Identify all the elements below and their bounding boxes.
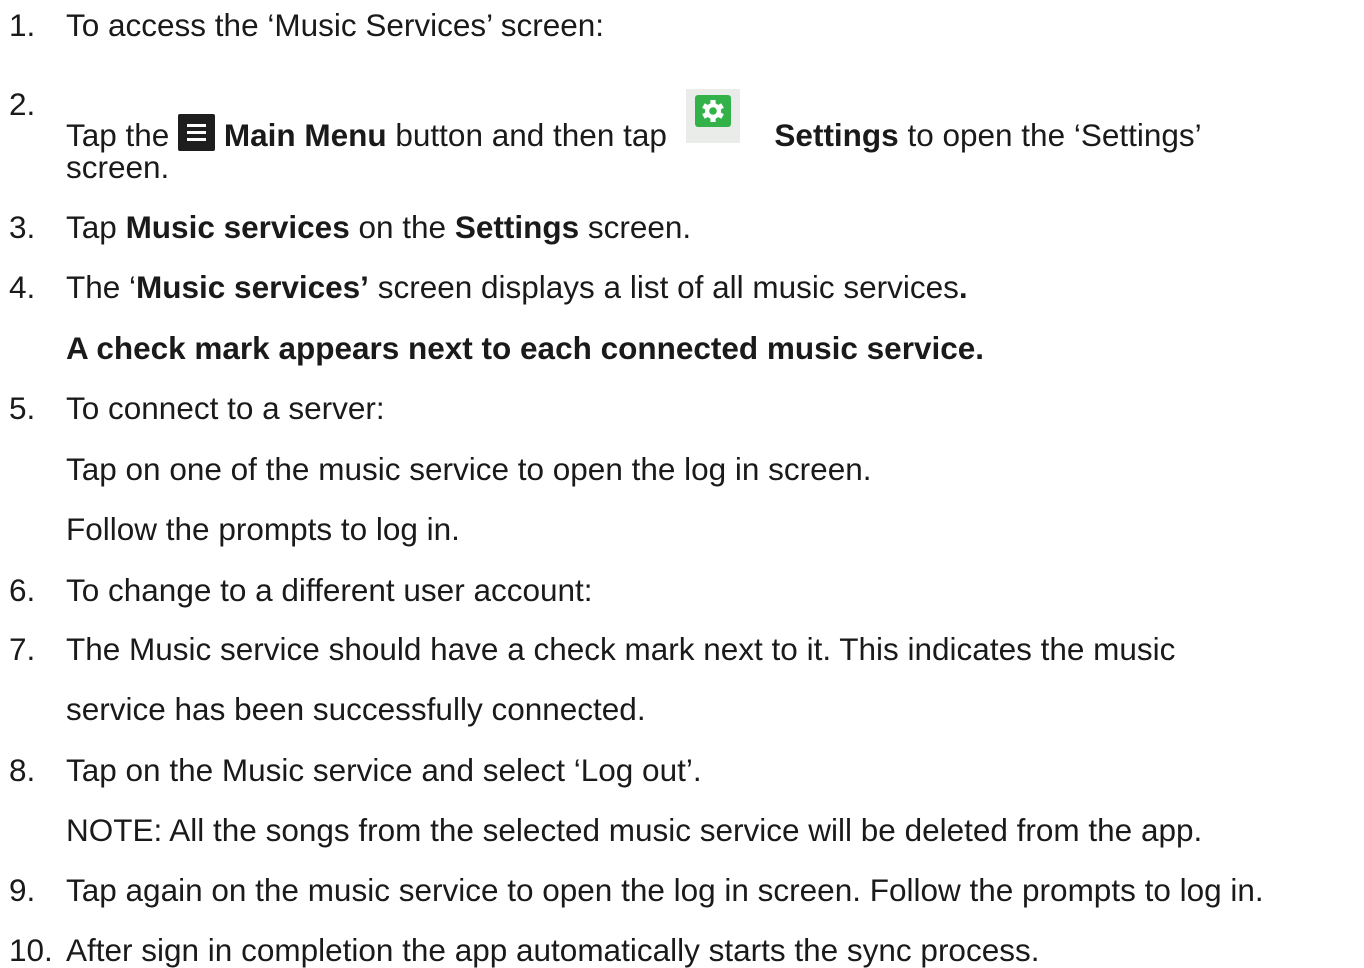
step-number: 2. xyxy=(9,86,36,122)
settings-label: Settings xyxy=(774,117,899,153)
step-text: Tap on the Music service and select ‘Log… xyxy=(66,752,702,788)
instructions-document: 1. To access the ‘Music Services’ screen… xyxy=(9,7,1264,968)
step-text: After sign in completion the app automat… xyxy=(66,932,1040,968)
step-number: 7. xyxy=(9,631,36,667)
step-text: To change to a different user account: xyxy=(66,572,593,608)
step-text: Tap the Main Menu button and then tap Se… xyxy=(66,89,1202,152)
step-number: 6. xyxy=(9,572,36,608)
main-menu-label: Main Menu xyxy=(223,117,387,153)
step-text: The Music service should have a check ma… xyxy=(66,631,1176,667)
hamburger-menu-icon xyxy=(178,114,216,151)
step-number: 9. xyxy=(9,872,36,908)
step-number: 3. xyxy=(9,209,36,245)
step-text: To connect to a server: xyxy=(66,390,385,426)
step-text: The ‘Music services’ screen displays a l… xyxy=(66,269,968,305)
step-number: 10. xyxy=(9,932,53,968)
step-text: Tap Music services on the Settings scree… xyxy=(66,209,692,245)
settings-gear-icon xyxy=(685,89,740,143)
step-number: 4. xyxy=(9,269,36,305)
step-number: 1. xyxy=(9,7,36,43)
step-number: 5. xyxy=(9,390,36,426)
step-number: 8. xyxy=(9,752,36,788)
step-text: Tap again on the music service to open t… xyxy=(66,872,1264,908)
step-text: To access the ‘Music Services’ screen: xyxy=(66,7,605,43)
